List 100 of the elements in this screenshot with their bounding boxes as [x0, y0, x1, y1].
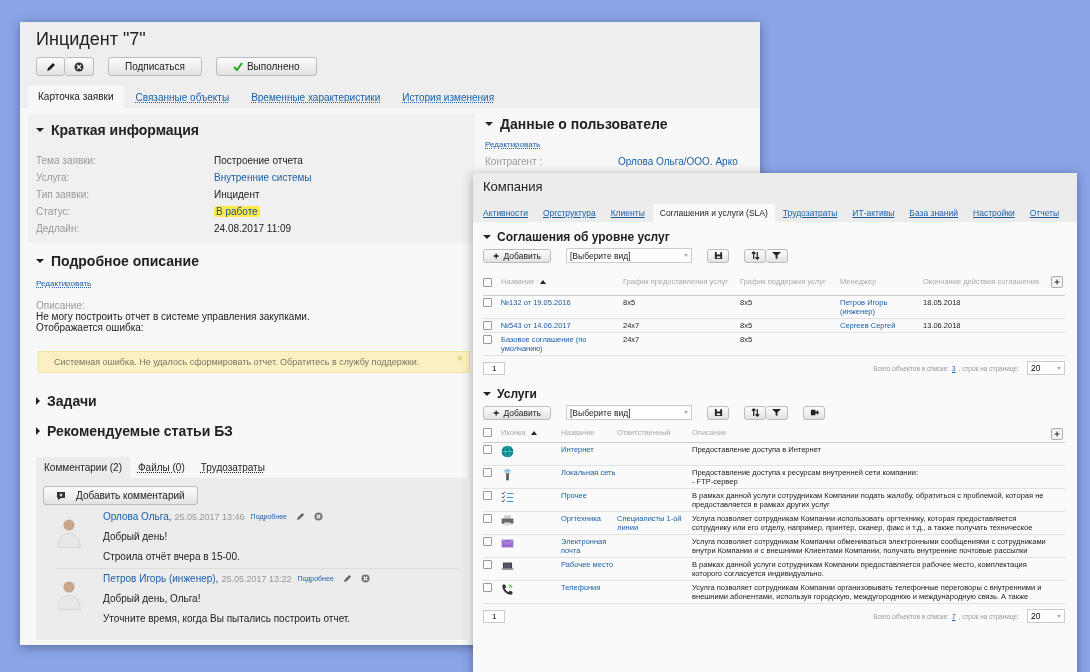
add-button[interactable]: Добавить: [483, 248, 551, 263]
caret-icon[interactable]: [483, 392, 491, 396]
sort-icon[interactable]: [539, 280, 546, 284]
checkbox[interactable]: [483, 583, 492, 592]
section-title[interactable]: Задачи: [47, 393, 97, 409]
alert-message: Системная ошибка. Не удалось сформировать отчет. Обратитесь в службу поддержки.: [54, 357, 420, 367]
tab[interactable]: ИТ-активы: [852, 204, 902, 222]
view-select[interactable]: [Выберите вид]: [566, 405, 692, 420]
sort-icon: [750, 408, 760, 417]
checkbox[interactable]: [483, 298, 492, 307]
filter-button[interactable]: [766, 405, 788, 420]
checkbox[interactable]: [483, 277, 492, 287]
window-title: Компания: [483, 179, 544, 194]
checkbox[interactable]: [483, 514, 492, 523]
comment-author[interactable]: Орлова Ольга,: [103, 511, 172, 522]
laptop-icon: [501, 560, 514, 573]
cancel-button[interactable]: [65, 57, 94, 76]
plus-icon: [493, 251, 500, 260]
plus-icon: [1054, 431, 1060, 437]
checkbox[interactable]: [483, 335, 492, 344]
tab[interactable]: Трудозатраты: [192, 457, 273, 478]
tab[interactable]: Отчеты: [1029, 204, 1067, 222]
tab[interactable]: Настройки: [973, 204, 1022, 222]
section-title[interactable]: Рекомендуемые статьи БЗ: [47, 423, 233, 439]
edit-link[interactable]: Редактировать: [485, 140, 541, 149]
per-page-select[interactable]: 20: [1027, 609, 1065, 623]
tab[interactable]: Трудозатраты: [782, 204, 845, 222]
delete-icon[interactable]: [313, 512, 323, 521]
checkbox[interactable]: [483, 537, 492, 546]
checkbox[interactable]: [483, 468, 492, 477]
page-button[interactable]: 1: [483, 361, 506, 375]
checkbox[interactable]: [483, 445, 492, 454]
plus-icon: [1054, 279, 1060, 285]
filter-icon: [772, 251, 781, 260]
add-comment-button[interactable]: Добавить комментарий: [43, 486, 198, 505]
comment-author[interactable]: Петров Игорь (инженер),: [103, 573, 219, 584]
delete-icon[interactable]: [360, 574, 370, 583]
done-button[interactable]: Выполнено: [215, 57, 317, 76]
field-label: Услуга:: [36, 172, 71, 183]
caret-icon[interactable]: [483, 235, 491, 239]
field-label: Контрагент :: [485, 156, 544, 167]
sort-button[interactable]: [744, 248, 766, 263]
section-title: Услуги: [497, 387, 537, 401]
check-icon: [232, 61, 243, 72]
page-button[interactable]: 1: [483, 609, 506, 623]
tab[interactable]: Карточка заявки: [28, 85, 124, 108]
subscribe-button[interactable]: Подписаться: [108, 57, 202, 76]
save-button[interactable]: [707, 405, 729, 420]
printer-icon: [501, 514, 514, 527]
field-link[interactable]: Внутренние системы: [214, 172, 312, 183]
signal-tower-icon: [501, 468, 514, 481]
export-button[interactable]: [803, 405, 825, 420]
save-icon: [713, 251, 723, 260]
field-link[interactable]: Орлова Ольга/ООО. Арко: [618, 156, 738, 167]
tab[interactable]: Комментарии (2): [36, 457, 130, 478]
field-label: Дедлайн:: [36, 223, 81, 234]
tab[interactable]: Соглашения и услуги (SLA): [652, 204, 775, 222]
tab[interactable]: Связанные объекты: [125, 87, 240, 108]
save-button[interactable]: [707, 248, 729, 263]
comment-date: 25.05.2017 13:46: [174, 511, 245, 522]
caret-icon[interactable]: [36, 128, 44, 132]
tab[interactable]: История изменения: [392, 87, 505, 108]
checkbox[interactable]: [483, 428, 492, 437]
caret-icon[interactable]: [36, 427, 40, 435]
tab[interactable]: Оргструктура: [542, 204, 603, 222]
edit-link[interactable]: Редактировать: [36, 279, 92, 288]
checkbox[interactable]: [483, 321, 492, 330]
field-value: Инцидент: [214, 189, 260, 200]
tab[interactable]: Активности: [483, 204, 535, 222]
field-value: 24.08.2017 11:09: [214, 223, 292, 234]
window-title: Инцидент "7": [36, 29, 147, 50]
tab[interactable]: Временные характеристики: [241, 87, 391, 108]
caret-icon[interactable]: [36, 259, 44, 263]
view-select[interactable]: [Выберите вид]: [566, 248, 692, 263]
caret-icon[interactable]: [485, 122, 493, 126]
dropdown-icon: [684, 411, 688, 414]
per-page-select[interactable]: 20: [1027, 361, 1065, 375]
tab[interactable]: База знаний: [909, 204, 966, 222]
pencil-icon[interactable]: [295, 512, 305, 521]
pencil-icon[interactable]: [342, 574, 352, 583]
tab[interactable]: Файлы (0): [130, 457, 193, 478]
checkbox[interactable]: [483, 560, 492, 569]
tab[interactable]: Клиенты: [610, 204, 652, 222]
sort-icon: [750, 251, 760, 260]
section-title: Данные о пользователе: [500, 116, 668, 132]
caret-icon[interactable]: [36, 397, 40, 405]
add-column-button[interactable]: [1051, 276, 1063, 288]
field-label: Статус:: [36, 206, 72, 217]
envelope-icon: [501, 537, 514, 550]
filter-button[interactable]: [766, 248, 788, 263]
sort-button[interactable]: [744, 405, 766, 420]
description-text: Не могу построить отчет в системе управления закупками. Отображается ошибка:: [36, 311, 311, 333]
add-column-button[interactable]: [1051, 428, 1063, 440]
comment-text: Строила отчёт вчера в 15-00.: [103, 551, 241, 562]
sort-icon[interactable]: [530, 431, 537, 435]
section-title: Соглашения об уровне услуг: [497, 230, 670, 244]
checkbox[interactable]: [483, 491, 492, 500]
edit-button[interactable]: [36, 57, 65, 76]
comment-text: Добрый день!: [103, 531, 169, 542]
add-button[interactable]: Добавить: [483, 405, 551, 420]
